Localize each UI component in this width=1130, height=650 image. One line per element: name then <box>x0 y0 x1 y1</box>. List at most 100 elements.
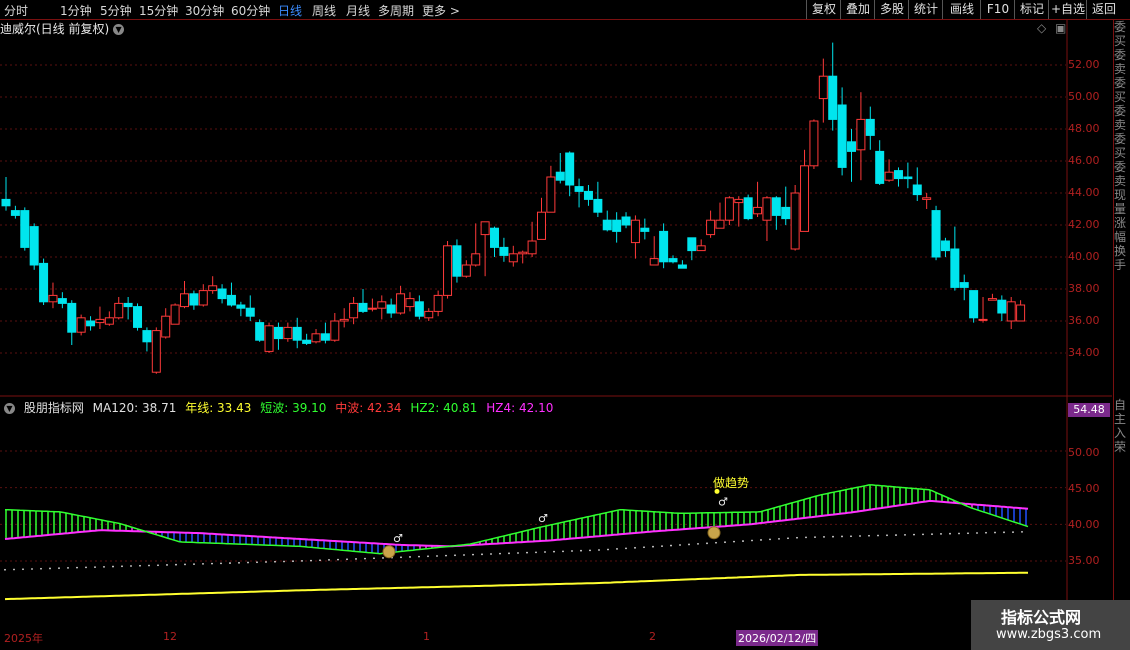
ma120-dot <box>310 559 312 562</box>
tongji-button[interactable]: 统计 <box>908 0 943 19</box>
ma120-dot <box>994 531 996 534</box>
cursor-date: 2026/02/12/四 <box>736 630 819 646</box>
trend-annotation: 做趋势 <box>713 476 750 490</box>
candle-body <box>668 258 678 263</box>
fuquan-button[interactable]: 复权 <box>806 0 841 19</box>
add-watchlist-button[interactable]: +自选 <box>1048 0 1087 19</box>
candle-body <box>396 293 406 314</box>
duogu-button[interactable]: 多股 <box>874 0 909 19</box>
tab-weekly[interactable]: 周线 <box>312 2 336 19</box>
ma120-dot <box>949 532 951 535</box>
price-tick: 46.00 <box>1068 154 1100 167</box>
candle-body <box>847 141 857 152</box>
candle-body <box>781 206 791 220</box>
ma120-dot <box>598 549 600 551</box>
tab-monthly[interactable]: 月线 <box>346 2 370 19</box>
ma120-dot <box>130 565 132 567</box>
chart-canvas: ♂ ♂ ♂ <box>0 20 1112 630</box>
candle-body <box>790 192 800 250</box>
tab-30min[interactable]: 30分钟 <box>185 2 224 19</box>
candle-body <box>133 306 143 328</box>
ma120-dot <box>544 551 546 553</box>
ma120-dot <box>922 533 924 536</box>
price-tick: 40.00 <box>1068 250 1100 263</box>
ma120-dot <box>139 564 141 567</box>
tab-more[interactable]: 更多 > <box>422 2 460 19</box>
top-toolbar: 分时 1分钟 5分钟 15分钟 30分钟 60分钟 日线 周线 月线 多周期 更… <box>0 0 1130 20</box>
ma120-dot <box>265 561 267 563</box>
candlestick-series <box>1 42 1026 374</box>
candle-body <box>292 326 302 341</box>
ma120-dot <box>229 562 231 564</box>
ma120-dot <box>1012 531 1014 533</box>
tab-daily[interactable]: 日线 <box>278 2 302 19</box>
ma120-dot <box>688 543 690 546</box>
candle-body <box>677 264 687 269</box>
indicator-tick: 40.00 <box>1068 518 1100 531</box>
ma120-dot <box>832 535 834 538</box>
tab-1min[interactable]: 1分钟 <box>60 2 92 19</box>
ma120-dot <box>220 562 222 565</box>
candle-body <box>1016 304 1026 322</box>
candle-body <box>123 302 133 308</box>
ma120-dot <box>958 532 960 535</box>
tab-60min[interactable]: 60分钟 <box>231 2 270 19</box>
price-tick: 36.00 <box>1068 314 1100 327</box>
candle-body <box>57 298 67 304</box>
ma120-dot <box>148 564 150 567</box>
ma120-dot <box>877 534 879 537</box>
ma120-dot <box>328 559 330 561</box>
candle-body <box>433 294 443 312</box>
back-button[interactable]: 返回 <box>1086 0 1121 19</box>
diejia-button[interactable]: 叠加 <box>840 0 875 19</box>
huaxian-button[interactable]: 画线 <box>942 0 981 19</box>
watermark-url: www.zbgs3.com <box>996 627 1102 642</box>
candle-body <box>179 293 189 308</box>
candle-body <box>950 248 960 288</box>
ma120-dot <box>535 551 537 554</box>
candle-body <box>20 210 30 248</box>
male-symbol-icon: ♂ <box>393 532 403 545</box>
candle-body <box>884 171 894 181</box>
ma120-dot <box>184 563 186 566</box>
candle-body <box>499 246 509 256</box>
ma120-dot <box>724 541 726 544</box>
ma120-dot <box>571 550 573 552</box>
candle-body <box>818 75 828 100</box>
price-tick: 44.00 <box>1068 186 1100 199</box>
ma120-dot <box>841 535 843 538</box>
candle-body <box>461 264 471 277</box>
tab-fenshi[interactable]: 分时 <box>4 2 28 19</box>
candle-body <box>142 330 152 343</box>
ma120-dot <box>499 552 501 555</box>
tab-multi-period[interactable]: 多周期 <box>378 2 414 19</box>
ma120-dot <box>481 553 483 556</box>
candle-body <box>743 197 753 220</box>
chevron-down-icon[interactable]: ▼ <box>4 403 15 414</box>
ma120-dot <box>868 534 870 537</box>
tab-5min[interactable]: 5分钟 <box>100 2 132 19</box>
tab-15min[interactable]: 15分钟 <box>139 2 178 19</box>
candle-body <box>1 198 11 207</box>
candle-body <box>414 301 424 317</box>
ma120-dot <box>400 556 402 559</box>
ma120-dot <box>940 533 942 535</box>
candle-body <box>208 285 218 292</box>
candle-body <box>48 294 58 303</box>
male-symbol-icon: ♂ <box>718 495 728 508</box>
candle-body <box>546 176 556 213</box>
price-tick: 50.00 <box>1068 90 1100 103</box>
candle-body <box>800 165 810 232</box>
indicator-name[interactable]: 股朋指标网 <box>24 401 84 415</box>
duanbo-value: 短波: 39.10 <box>260 401 327 415</box>
candle-body <box>828 75 838 120</box>
biaoji-button[interactable]: 标记 <box>1014 0 1049 19</box>
money-bag-icon <box>707 526 721 540</box>
candle-body <box>583 190 593 200</box>
f10-button[interactable]: F10 <box>980 0 1015 19</box>
candle-body <box>621 216 631 226</box>
money-bag-icon <box>382 545 396 559</box>
ma120-dot <box>904 533 906 536</box>
price-tick: 34.00 <box>1068 346 1100 359</box>
candle-body <box>471 253 481 266</box>
